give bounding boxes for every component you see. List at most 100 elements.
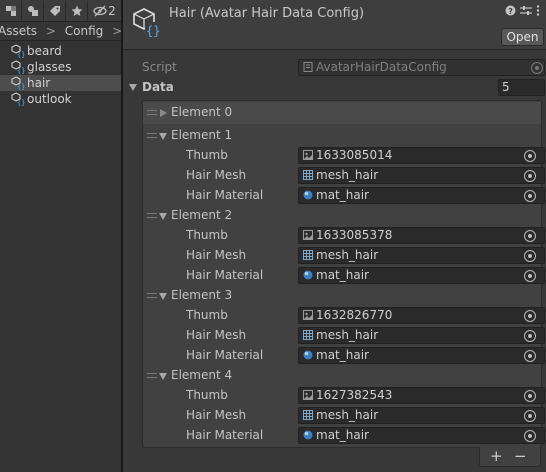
remove-element-button[interactable]: − — [514, 447, 527, 465]
object-picker-icon[interactable] — [524, 350, 536, 362]
material-sphere-icon — [303, 429, 313, 440]
scene-icon[interactable] — [0, 1, 22, 21]
object-picker-icon[interactable] — [524, 250, 536, 262]
scriptable-object-icon: {} — [11, 92, 25, 107]
thumb-field[interactable]: 1633085378 — [298, 227, 545, 244]
material-sphere-icon — [303, 189, 313, 200]
asset-item-glasses[interactable]: {} glasses — [0, 59, 121, 75]
help-icon[interactable]: ? — [505, 5, 516, 19]
thumb-field[interactable]: 1627382543 — [298, 387, 545, 404]
hidden-packages-count: 2 — [108, 4, 116, 18]
drag-handle-icon[interactable] — [147, 110, 157, 115]
hair-material-value: mat_hair — [316, 188, 369, 202]
object-picker-icon[interactable] — [524, 150, 536, 162]
hair-mesh-label: Hair Mesh — [186, 328, 247, 342]
element-2-foldout-arrow-icon[interactable] — [159, 213, 167, 220]
element-3-foldout-arrow-icon[interactable] — [159, 293, 167, 300]
asset-item-label: outlook — [27, 92, 72, 106]
hidden-packages-toggle[interactable]: 2 — [88, 1, 121, 21]
asset-item-outlook[interactable]: {} outlook — [0, 91, 121, 107]
asset-item-label: hair — [27, 76, 51, 90]
asset-item-beard[interactable]: {} beard — [0, 43, 121, 59]
hair-mesh-field[interactable]: mesh_hair — [298, 247, 545, 264]
material-sphere-icon — [303, 349, 313, 360]
object-picker-icon[interactable] — [524, 330, 536, 342]
hair-mesh-field[interactable]: mesh_hair — [298, 327, 545, 344]
mesh-grid-icon — [303, 409, 313, 420]
project-toolbar: 2 — [0, 0, 121, 22]
drag-handle-icon[interactable] — [147, 373, 157, 378]
scriptable-object-icon: {} — [11, 76, 25, 91]
more-menu-icon[interactable] — [536, 5, 540, 19]
hair-material-label: Hair Material — [186, 428, 264, 442]
object-picker-icon[interactable] — [524, 410, 536, 422]
inspector-header: {} Hair (Avatar Hair Data Config) ? Open — [123, 0, 546, 50]
sprite-icon — [303, 389, 313, 400]
element-4-label: Element 4 — [171, 368, 233, 382]
object-picker-icon[interactable] — [524, 430, 536, 442]
svg-text:{}: {} — [146, 24, 160, 38]
drag-handle-icon[interactable] — [147, 293, 157, 298]
object-picker-icon[interactable] — [524, 170, 536, 182]
preset-icon[interactable] — [520, 5, 532, 19]
hair-mesh-value: mesh_hair — [316, 408, 379, 422]
script-picker-icon — [531, 62, 543, 74]
hair-material-field[interactable]: mat_hair — [298, 427, 545, 444]
object-picker-icon[interactable] — [524, 270, 536, 282]
thumb-label: Thumb — [186, 148, 228, 162]
hair-material-value: mat_hair — [316, 428, 369, 442]
object-picker-icon[interactable] — [524, 190, 536, 202]
data-label[interactable]: Data — [142, 80, 174, 94]
hair-mesh-label: Hair Mesh — [186, 168, 247, 182]
object-picker-icon[interactable] — [524, 310, 536, 322]
hair-material-value: mat_hair — [316, 348, 369, 362]
mesh-grid-icon — [303, 249, 313, 260]
element-4-foldout-arrow-icon[interactable] — [159, 373, 167, 380]
hair-material-field[interactable]: mat_hair — [298, 267, 545, 284]
hair-material-field[interactable]: mat_hair — [298, 347, 545, 364]
open-button[interactable]: Open — [501, 28, 544, 46]
object-picker-icon[interactable] — [524, 230, 536, 242]
element-3-label: Element 3 — [171, 288, 233, 302]
script-file-icon — [303, 61, 313, 72]
thumb-label: Thumb — [186, 228, 228, 242]
hair-mesh-field[interactable]: mesh_hair — [298, 167, 545, 184]
breadcrumb-assets[interactable]: Assets — [0, 22, 37, 40]
hair-mesh-value: mesh_hair — [316, 328, 379, 342]
object-picker-icon[interactable] — [524, 390, 536, 402]
drag-handle-icon[interactable] — [147, 213, 157, 218]
breadcrumb-config[interactable]: Config — [65, 22, 104, 40]
eye-slash-icon — [93, 5, 107, 17]
element-0-foldout-arrow-icon[interactable] — [160, 109, 167, 117]
svg-text:{}: {} — [17, 83, 25, 90]
hair-mesh-label: Hair Mesh — [186, 248, 247, 262]
element-1-label: Element 1 — [171, 128, 233, 142]
hair-mesh-value: mesh_hair — [316, 168, 379, 182]
favorites-star-icon[interactable] — [66, 1, 88, 21]
thumb-field[interactable]: 1632826770 — [298, 307, 545, 324]
drag-handle-icon[interactable] — [147, 133, 157, 138]
svg-text:?: ? — [508, 7, 513, 16]
hair-material-field[interactable]: mat_hair — [298, 187, 545, 204]
asset-item-label: glasses — [27, 60, 72, 74]
type-filter-icon[interactable] — [22, 1, 44, 21]
data-foldout-arrow-icon[interactable] — [129, 84, 137, 91]
thumb-label: Thumb — [186, 388, 228, 402]
hair-mesh-field[interactable]: mesh_hair — [298, 407, 545, 424]
inspector-panel: {} Hair (Avatar Hair Data Config) ? Open… — [123, 0, 546, 472]
breadcrumb-separator: > — [112, 24, 121, 38]
script-field: AvatarHairDataConfig — [298, 59, 545, 76]
data-size-field[interactable]: 5 — [498, 79, 545, 96]
label-filter-icon[interactable] — [44, 1, 66, 21]
hair-material-value: mat_hair — [316, 268, 369, 282]
svg-text:{}: {} — [17, 99, 25, 106]
sprite-icon — [303, 229, 313, 240]
project-panel: 2 Assets > Config > 01 {} beard {} glass… — [0, 0, 121, 472]
add-element-button[interactable]: + — [490, 447, 503, 465]
asset-item-hair[interactable]: {} hair — [0, 75, 121, 91]
element-1-foldout-arrow-icon[interactable] — [159, 133, 167, 140]
breadcrumb: Assets > Config > 01 — [0, 22, 121, 41]
thumb-field[interactable]: 1633085014 — [298, 147, 545, 164]
thumb-label: Thumb — [186, 308, 228, 322]
thumb-value: 1633085378 — [316, 228, 393, 242]
